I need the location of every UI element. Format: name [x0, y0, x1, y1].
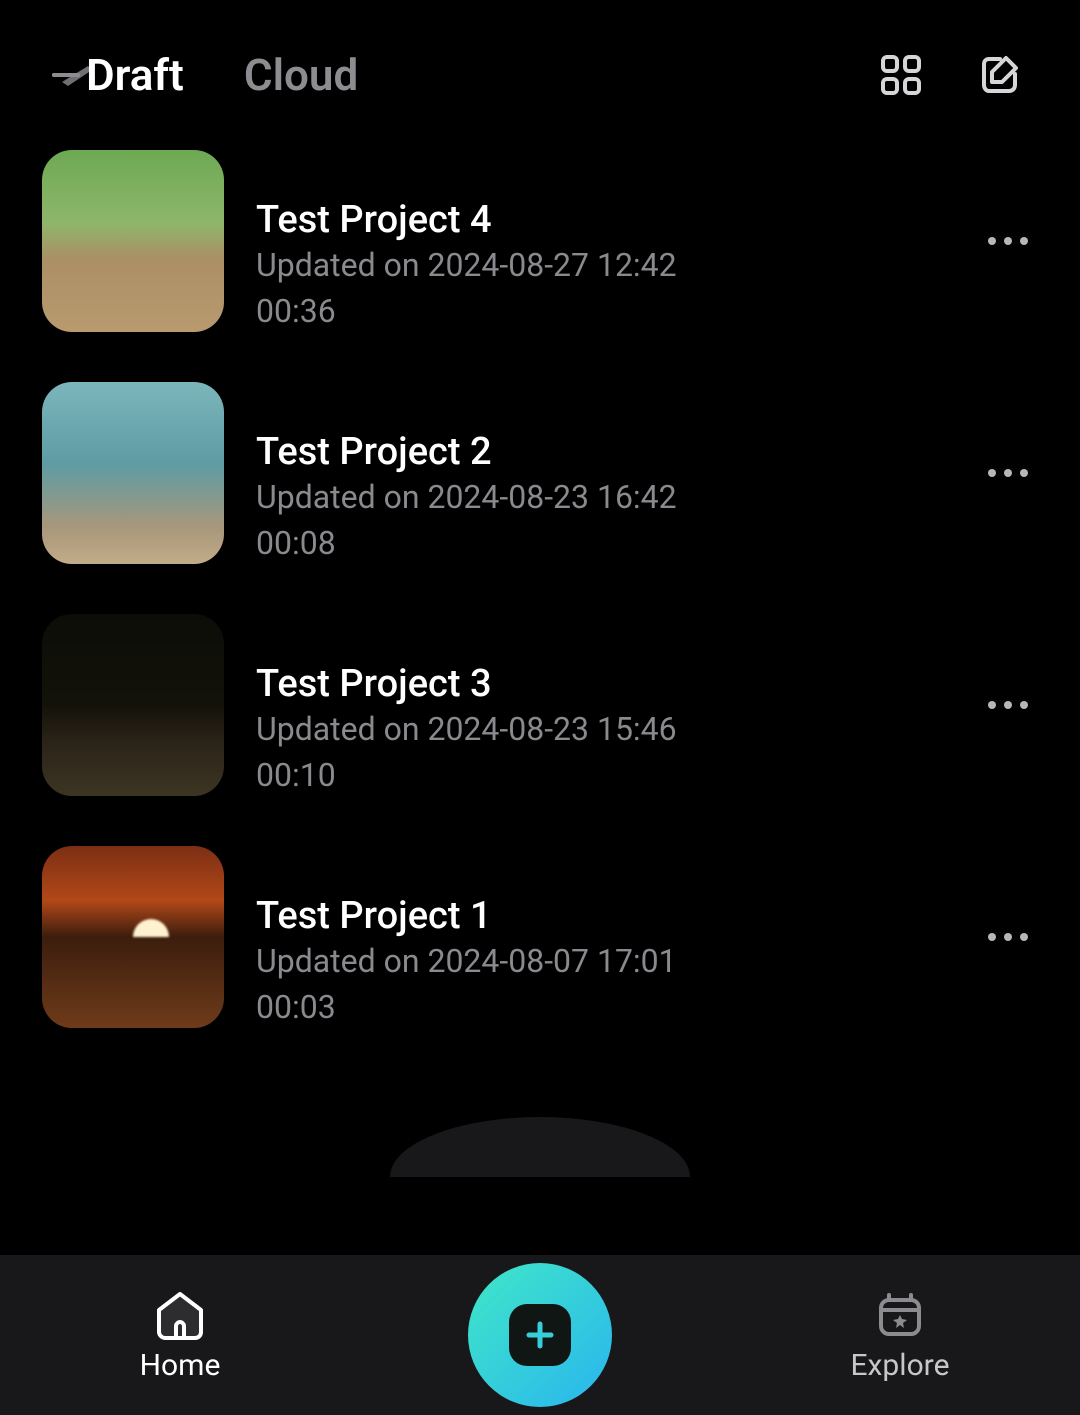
project-updated: Updated on 2024-08-23 15:46 [256, 710, 978, 748]
compose-button[interactable] [978, 54, 1020, 96]
project-updated: Updated on 2024-08-27 12:42 [256, 246, 978, 284]
project-thumbnail [42, 150, 224, 332]
more-icon [988, 933, 1028, 941]
header: Draft Cloud [0, 0, 1080, 120]
project-duration: 00:03 [256, 988, 336, 1026]
nav-explore-label: Explore [851, 1348, 950, 1383]
more-button[interactable] [978, 907, 1038, 967]
project-duration: 00:08 [256, 524, 336, 562]
home-icon [153, 1288, 207, 1342]
grid-view-button[interactable] [880, 54, 922, 96]
project-title: Test Project 1 [256, 894, 978, 938]
project-duration: 00:10 [256, 756, 336, 794]
nav-home[interactable]: Home [0, 1288, 360, 1383]
project-item[interactable]: Test Project 4 Updated on 2024-08-27 12:… [42, 150, 1038, 332]
more-button[interactable] [978, 211, 1038, 271]
project-info: Test Project 2 Updated on 2024-08-23 16:… [256, 382, 978, 564]
project-item[interactable]: Test Project 2 Updated on 2024-08-23 16:… [42, 382, 1038, 564]
compose-icon [978, 54, 1020, 96]
plus-icon [509, 1304, 571, 1366]
bottom-nav: Home Explore [0, 1255, 1080, 1415]
project-info: Test Project 4 Updated on 2024-08-27 12:… [256, 150, 978, 332]
grid-icon [881, 55, 921, 95]
more-icon [988, 237, 1028, 245]
project-info: Test Project 1 Updated on 2024-08-07 17:… [256, 846, 978, 1028]
project-item[interactable]: Test Project 1 Updated on 2024-08-07 17:… [42, 846, 1038, 1028]
more-button[interactable] [978, 675, 1038, 735]
more-button[interactable] [978, 443, 1038, 503]
project-updated: Updated on 2024-08-23 16:42 [256, 478, 978, 516]
nav-home-label: Home [140, 1348, 221, 1383]
project-title: Test Project 3 [256, 662, 978, 706]
project-duration: 00:36 [256, 292, 336, 330]
project-thumbnail [42, 614, 224, 796]
explore-icon [873, 1288, 927, 1342]
project-thumbnail [42, 846, 224, 1028]
more-icon [988, 469, 1028, 477]
project-title: Test Project 2 [256, 430, 978, 474]
more-icon [988, 701, 1028, 709]
nav-explore[interactable]: Explore [720, 1288, 1080, 1383]
projects-list: Test Project 4 Updated on 2024-08-27 12:… [0, 120, 1080, 1028]
project-info: Test Project 3 Updated on 2024-08-23 15:… [256, 614, 978, 796]
tab-cloud[interactable]: Cloud [244, 49, 358, 101]
project-item[interactable]: Test Project 3 Updated on 2024-08-23 15:… [42, 614, 1038, 796]
create-button[interactable] [468, 1263, 612, 1407]
nav-bump [390, 1117, 690, 1177]
project-title: Test Project 4 [256, 198, 978, 242]
project-updated: Updated on 2024-08-07 17:01 [256, 942, 978, 980]
tab-draft[interactable]: Draft [86, 49, 184, 101]
project-thumbnail [42, 382, 224, 564]
